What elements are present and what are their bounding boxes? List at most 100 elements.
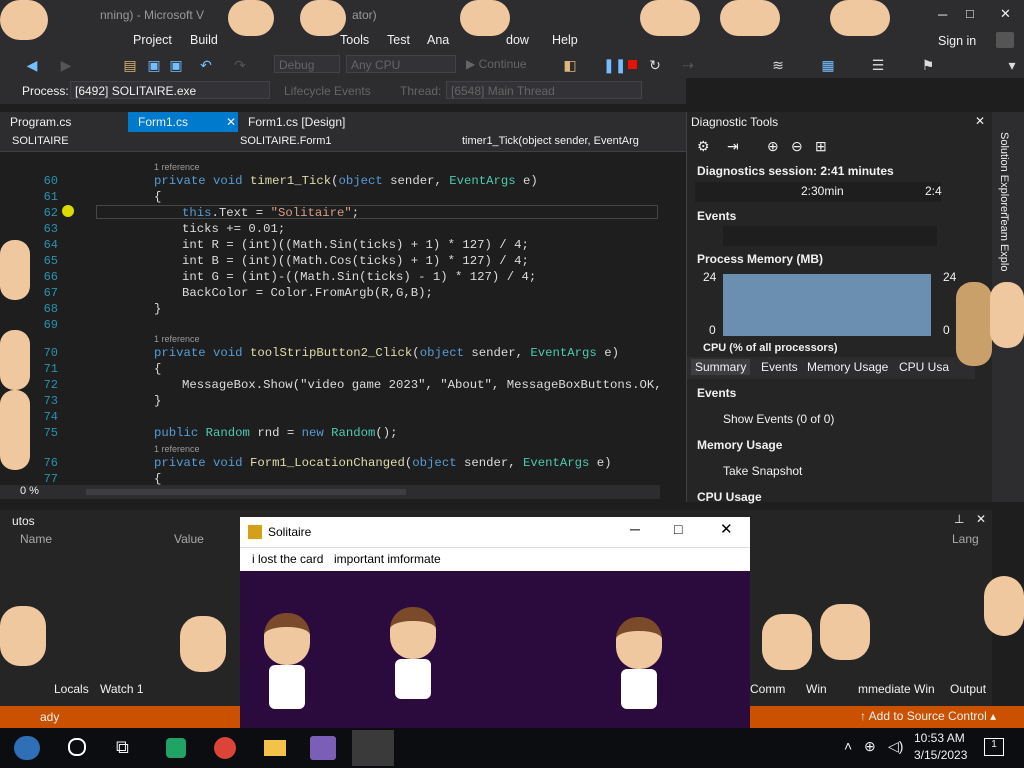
- account-icon[interactable]: [996, 32, 1014, 48]
- show-events-link[interactable]: Show Events (0 of 0): [723, 412, 834, 426]
- reference-hint[interactable]: 1 reference: [154, 162, 200, 172]
- menu-help[interactable]: Help: [552, 33, 578, 47]
- lightbulb-icon[interactable]: [62, 205, 74, 217]
- save-icon[interactable]: ▣: [146, 57, 162, 73]
- horizontal-scrollbar-thumb[interactable]: [86, 489, 406, 495]
- clock-time[interactable]: 10:53 AM: [914, 731, 965, 745]
- zoom-out-icon[interactable]: ⊖: [791, 138, 803, 155]
- undo-icon[interactable]: ↶: [198, 57, 214, 73]
- chevron-up-icon[interactable]: ˄: [844, 738, 852, 754]
- close-button[interactable]: ✕: [1000, 6, 1011, 22]
- restart-icon[interactable]: ↻: [647, 57, 663, 73]
- take-snapshot-button[interactable]: Take Snapshot: [723, 464, 802, 478]
- search-icon[interactable]: [68, 738, 86, 756]
- tab-command-window[interactable]: Comm: [750, 682, 785, 696]
- reset-zoom-icon[interactable]: ⊞: [815, 138, 827, 155]
- solitaire-window[interactable]: Solitaire ─ □ ✕ i lost the card importan…: [240, 517, 750, 728]
- solitaire-taskbar-icon[interactable]: [352, 730, 394, 766]
- nav-project[interactable]: SOLITAIRE: [12, 135, 69, 147]
- hot-reload-icon[interactable]: ≋: [770, 57, 786, 73]
- clock-date[interactable]: 3/15/2023: [914, 748, 967, 762]
- tab-window[interactable]: Win: [806, 682, 827, 696]
- close-icon[interactable]: ✕: [976, 512, 986, 526]
- column-value[interactable]: Value: [174, 532, 204, 546]
- lifecycle-events[interactable]: Lifecycle Events: [284, 84, 371, 98]
- platform-dropdown[interactable]: Any CPU: [346, 55, 456, 73]
- tab-watch1[interactable]: Watch 1: [100, 682, 144, 696]
- close-icon[interactable]: ✕: [975, 114, 985, 128]
- stop-icon[interactable]: [628, 60, 637, 69]
- config-dropdown[interactable]: Debug: [274, 55, 340, 73]
- process-dropdown[interactable]: [6492] SOLITAIRE.exe: [70, 81, 270, 99]
- code-editor[interactable]: 1 reference 60 private void timer1_Tick(…: [0, 152, 660, 485]
- forward-icon[interactable]: ▶: [58, 57, 74, 73]
- menu-analyze[interactable]: Ana: [427, 33, 449, 47]
- redo-icon[interactable]: ↷: [232, 57, 248, 73]
- events-track[interactable]: [723, 226, 937, 246]
- step-icon[interactable]: ⇢: [680, 57, 696, 73]
- lost-card-button[interactable]: i lost the card: [252, 552, 323, 566]
- network-icon[interactable]: ⊕: [864, 738, 876, 755]
- sheets-icon[interactable]: [166, 738, 186, 758]
- team-explorer-tab[interactable]: Team Explo: [998, 214, 1010, 271]
- menu-window[interactable]: dow: [506, 33, 529, 47]
- start-button[interactable]: [14, 736, 40, 760]
- close-icon[interactable]: ✕: [226, 112, 236, 132]
- attach-icon[interactable]: ◧: [562, 57, 578, 73]
- column-name[interactable]: Name: [20, 532, 52, 546]
- menu-test[interactable]: Test: [387, 33, 410, 47]
- close-button[interactable]: ✕: [720, 520, 733, 538]
- minimize-button[interactable]: ─: [630, 521, 640, 537]
- reference-hint[interactable]: 1 reference: [154, 444, 200, 454]
- memory-graph[interactable]: [723, 274, 931, 336]
- continue-button[interactable]: ▶ Continue: [466, 57, 527, 71]
- task-view-icon[interactable]: ⧉: [116, 737, 129, 758]
- export-icon[interactable]: ⇥: [727, 138, 739, 155]
- timeline-ruler[interactable]: 2:30min 2:4: [695, 182, 942, 202]
- notification-button[interactable]: 1: [984, 738, 1004, 756]
- zoom-level[interactable]: 0 %: [20, 485, 39, 497]
- reference-hint[interactable]: 1 reference: [154, 334, 200, 344]
- important-button[interactable]: important imformate: [334, 552, 441, 566]
- tab-immediate-window[interactable]: mmediate Win: [858, 682, 935, 696]
- solitaire-titlebar[interactable]: Solitaire ─ □ ✕: [240, 517, 750, 547]
- tab-summary[interactable]: Summary: [691, 359, 751, 375]
- tab-memory-usage[interactable]: Memory Usage: [807, 360, 888, 374]
- settings-icon[interactable]: ⚙: [697, 138, 710, 155]
- file-explorer-icon[interactable]: [264, 740, 286, 756]
- nav-class[interactable]: SOLITAIRE.Form1: [240, 135, 331, 147]
- maximize-button[interactable]: □: [966, 6, 974, 21]
- column-lang[interactable]: Lang: [952, 532, 979, 546]
- customize-icon[interactable]: ▾: [1004, 57, 1020, 73]
- menu-build[interactable]: Build: [190, 33, 218, 47]
- bookmark-icon[interactable]: ▦: [820, 57, 836, 73]
- zoom-in-icon[interactable]: ⊕: [767, 138, 779, 155]
- tab-form1-design[interactable]: Form1.cs [Design]: [238, 112, 388, 132]
- minimize-button[interactable]: ─: [938, 7, 947, 22]
- tab-program-cs[interactable]: Program.cs: [0, 112, 128, 132]
- tab-locals[interactable]: Locals: [54, 682, 89, 696]
- nav-member[interactable]: timer1_Tick(object sender, EventArg: [462, 135, 639, 147]
- thread-dropdown[interactable]: [6548] Main Thread: [446, 81, 642, 99]
- tab-events[interactable]: Events: [761, 360, 798, 374]
- tab-cpu-usage[interactable]: CPU Usa: [899, 360, 949, 374]
- editor-hscroll[interactable]: 0 %: [0, 485, 660, 499]
- maximize-button[interactable]: □: [674, 521, 682, 537]
- comment-icon[interactable]: ☰: [870, 57, 886, 73]
- tab-form1-cs[interactable]: Form1.cs ✕: [128, 112, 238, 132]
- sign-in-link[interactable]: Sign in: [938, 34, 976, 48]
- menu-tools[interactable]: Tools: [340, 33, 369, 47]
- menu-project[interactable]: Project: [133, 33, 172, 47]
- open-folder-icon[interactable]: ▤: [122, 57, 138, 73]
- chrome-icon[interactable]: [214, 737, 236, 759]
- source-control-button[interactable]: ↑ Add to Source Control ▴: [860, 709, 996, 723]
- flag-icon[interactable]: ⚑: [920, 57, 936, 73]
- back-icon[interactable]: ◀: [24, 57, 40, 73]
- tab-output[interactable]: Output: [950, 682, 986, 696]
- solution-explorer-tab[interactable]: Solution Explorer: [998, 132, 1010, 216]
- pause-icon[interactable]: ❚❚: [603, 57, 626, 73]
- save-all-icon[interactable]: ▣: [168, 57, 184, 73]
- volume-icon[interactable]: ◁): [888, 738, 903, 755]
- pin-icon[interactable]: ⊥: [954, 512, 964, 526]
- visual-studio-icon[interactable]: [310, 736, 336, 760]
